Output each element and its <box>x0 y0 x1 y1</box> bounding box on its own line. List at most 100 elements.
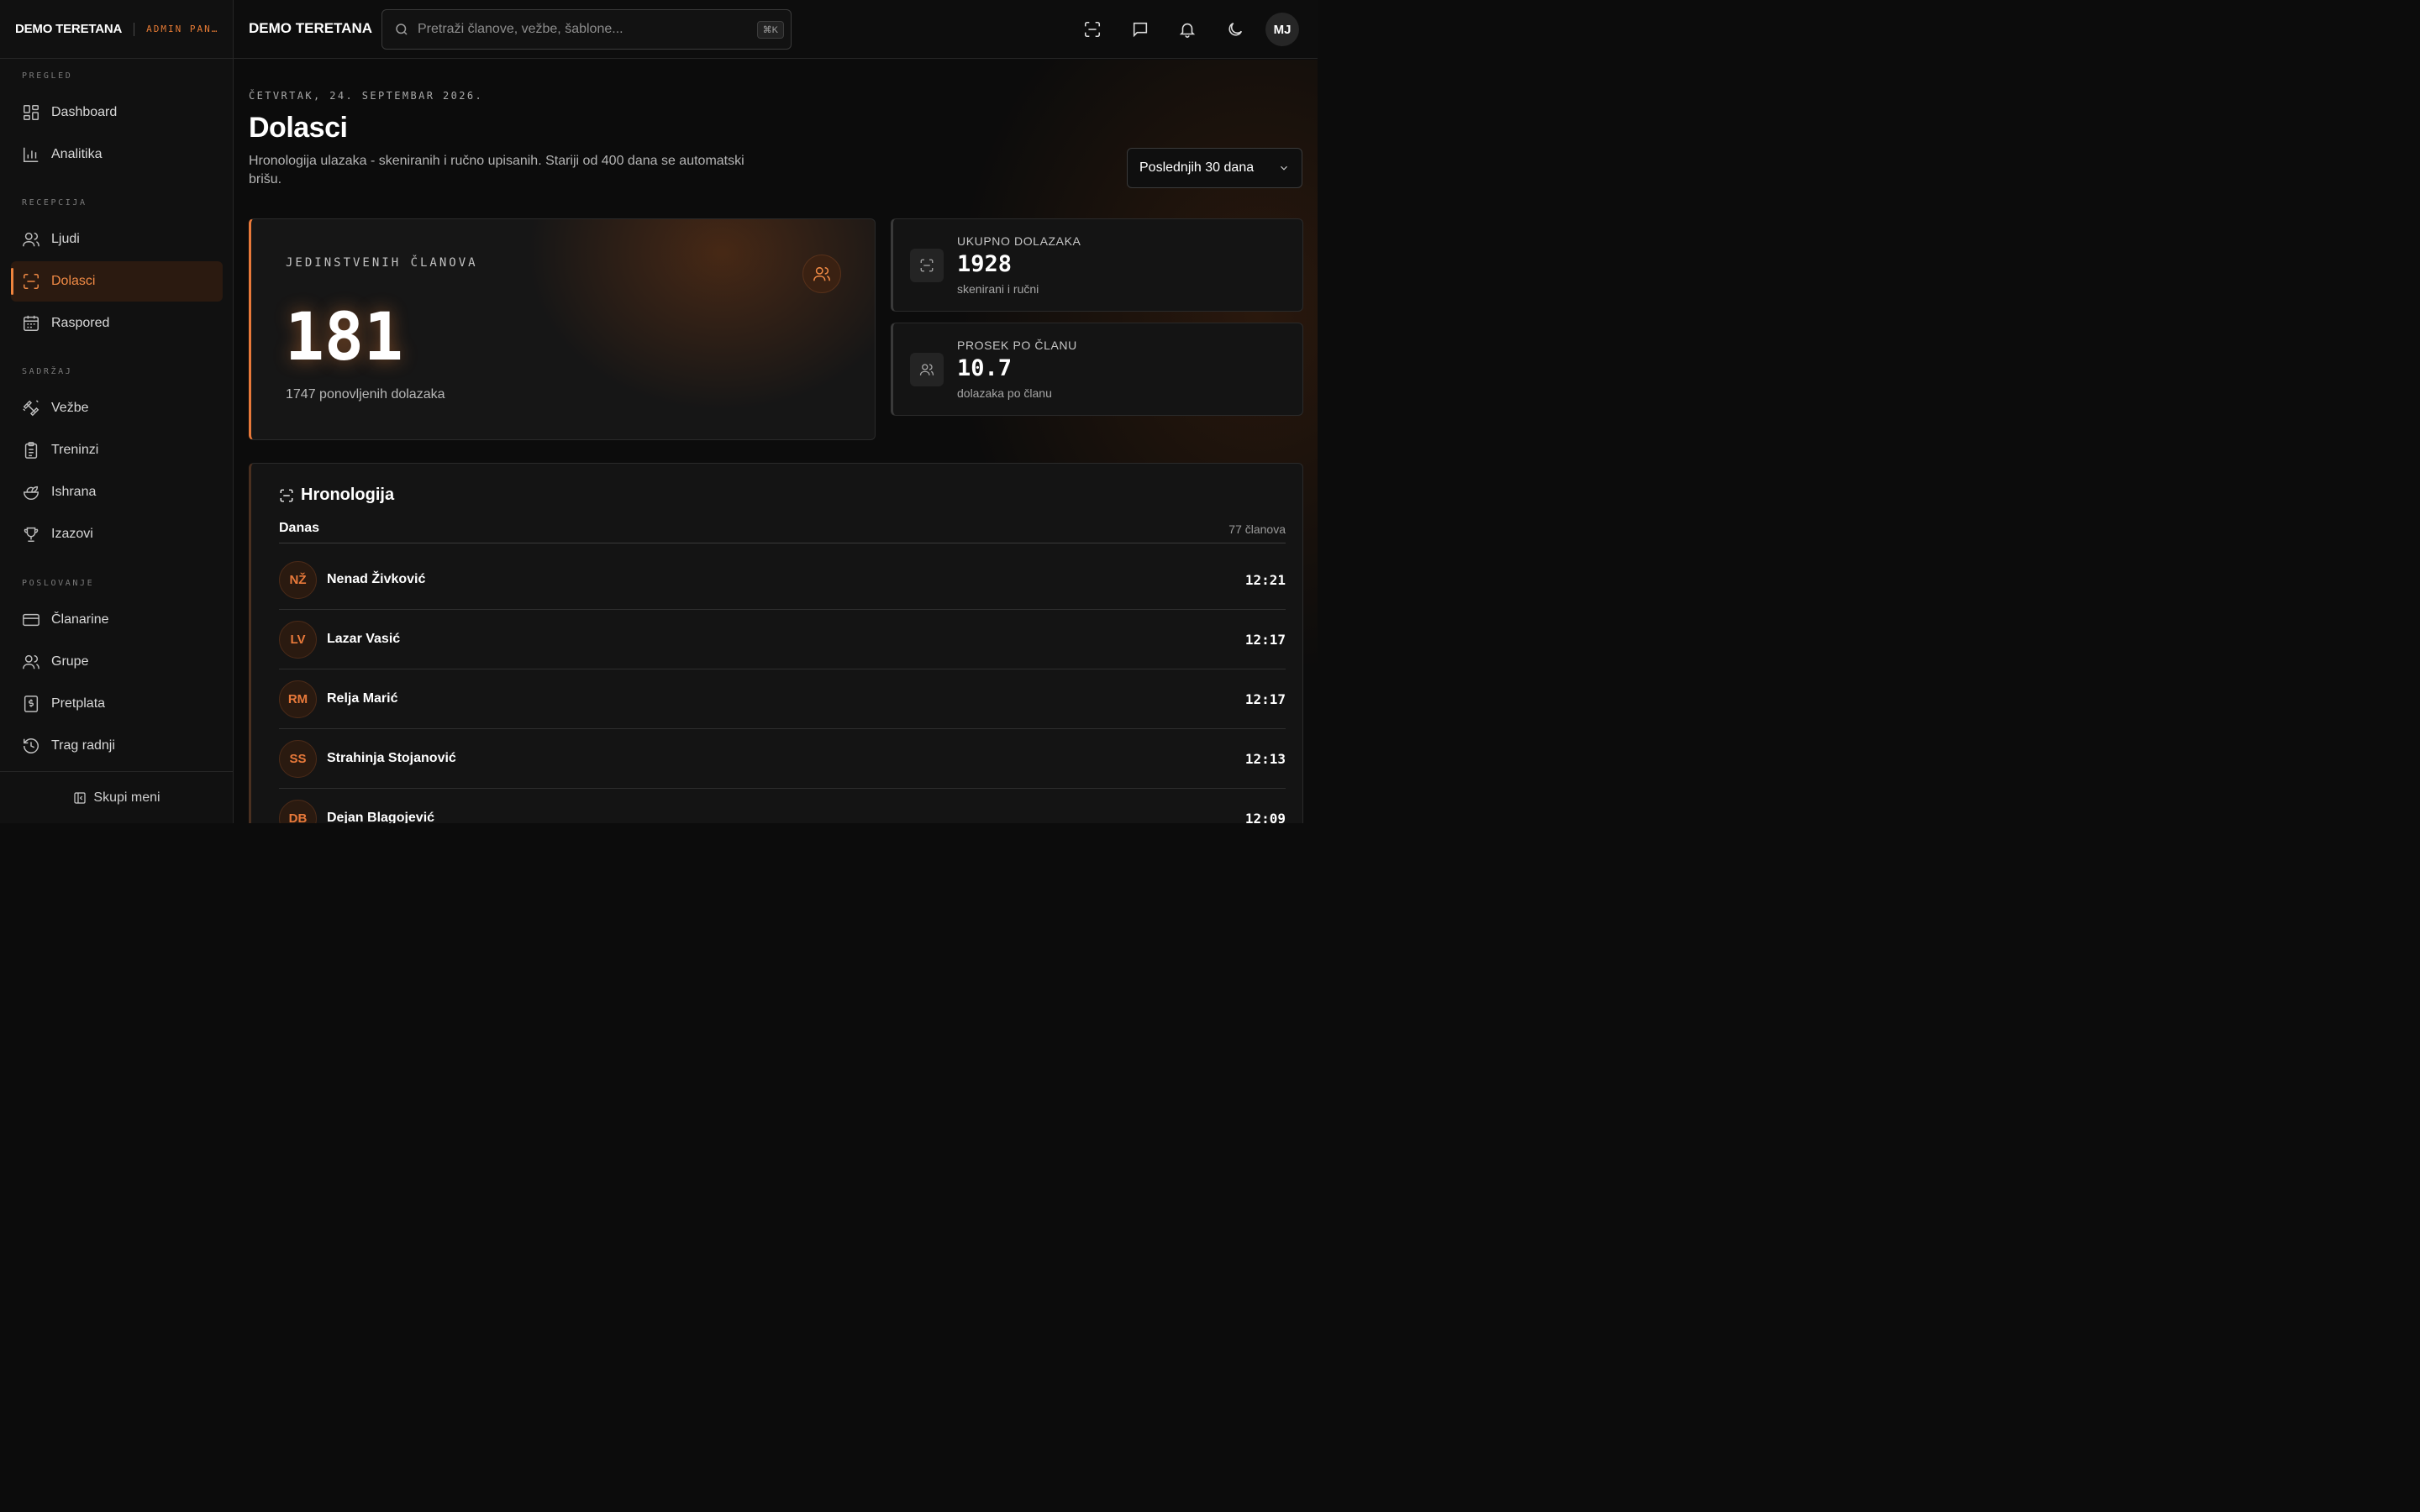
timeline-member-count: 77 članova <box>1228 522 1286 536</box>
sidebar-item-label: Dolasci <box>51 274 96 288</box>
sidebar: DEMO TERETANA ADMIN PAN… PREGLED Dashboa… <box>0 0 234 823</box>
users-icon <box>23 232 39 247</box>
page-description: Hronologija ulazaka - skeniranih i ručno… <box>249 154 744 186</box>
current-date: ČETVRTAK, 24. SEPTEMBAR 2026. <box>249 90 484 102</box>
brand[interactable]: DEMO TERETANA ADMIN PAN… <box>0 0 233 59</box>
period-select[interactable]: Poslednjih 30 dana <box>1127 148 1302 188</box>
period-select-value: Poslednjih 30 dana <box>1139 160 1255 175</box>
sidebar-item-vezbe[interactable]: Vežbe <box>11 388 223 428</box>
list-item[interactable]: LV Lazar Vasić 12:17 <box>279 610 1286 669</box>
member-name: Nenad Živković <box>327 572 426 586</box>
sidebar-item-label: Ljudi <box>51 232 80 246</box>
receipt-icon <box>24 696 39 712</box>
total-visits-value: 1928 <box>957 251 1013 277</box>
total-visits-sub: skenirani i ručni <box>957 282 1039 296</box>
list-item[interactable]: RM Relja Marić 12:17 <box>279 669 1286 729</box>
user-avatar-button[interactable]: MJ <box>1265 13 1299 46</box>
nav-section-pregled: PREGLED <box>22 71 73 81</box>
credit-card-icon <box>23 613 39 627</box>
clipboard-icon <box>24 442 38 459</box>
scan-icon[interactable] <box>1083 20 1102 39</box>
total-visits-label: UKUPNO DOLAZAKA <box>957 234 1081 248</box>
visit-time: 12:09 <box>1244 810 1286 824</box>
member-name: Relja Marić <box>327 691 398 706</box>
sidebar-item-clanarine[interactable]: Članarine <box>11 600 223 640</box>
sidebar-item-label: Analitika <box>51 147 103 161</box>
users-icon <box>23 654 39 669</box>
sidebar-item-ljudi[interactable]: Ljudi <box>11 219 223 260</box>
sidebar-item-raspored[interactable]: Raspored <box>11 303 223 344</box>
collapse-menu-label: Skupi meni <box>93 790 160 805</box>
scan-icon <box>910 249 944 282</box>
member-name: Dejan Blagojević <box>327 811 435 823</box>
average-per-member-card: PROSEK PO ČLANU 10.7 dolazaka po članu <box>891 323 1303 416</box>
scan-icon <box>24 274 39 289</box>
nav-section-poslovanje: POSLOVANJE <box>22 579 95 588</box>
chevron-down-icon <box>1281 165 1287 171</box>
visit-time: 12:13 <box>1244 750 1286 767</box>
collapse-menu-button[interactable]: Skupi meni <box>0 771 234 823</box>
dumbbell-icon <box>23 400 39 417</box>
users-icon <box>802 255 841 293</box>
sidebar-item-label: Grupe <box>51 654 89 669</box>
timeline-title: Hronologija <box>301 486 395 504</box>
dashboard-icon <box>24 105 39 120</box>
bar-chart-icon <box>24 147 39 162</box>
moon-icon[interactable] <box>1226 20 1244 39</box>
avatar: NŽ <box>279 560 317 599</box>
list-item[interactable]: DB Dejan Blagojević 12:09 <box>279 789 1286 823</box>
list-item[interactable]: NŽ Nenad Živković 12:21 <box>279 550 1286 610</box>
visit-time: 12:17 <box>1244 631 1286 648</box>
avatar: DB <box>279 799 317 823</box>
top-bar-title: DEMO TERETANA <box>249 20 373 36</box>
trophy-icon <box>24 527 39 542</box>
sidebar-item-label: Treninzi <box>51 443 99 457</box>
brand-subtitle: ADMIN PAN… <box>146 24 219 34</box>
sidebar-item-ishrana[interactable]: Ishrana <box>11 472 223 512</box>
scan-icon <box>280 489 293 501</box>
sidebar-item-dolasci[interactable]: Dolasci <box>11 261 223 302</box>
nav-section-recepcija: RECEPCIJA <box>22 198 87 207</box>
sidebar-item-label: Raspored <box>51 316 110 330</box>
unique-members-label: JEDINSTVENIH ČLANOVA <box>286 256 478 270</box>
salad-icon <box>24 486 39 500</box>
nav-section-sadrzaj: SADRŽAJ <box>22 367 73 376</box>
sidebar-item-label: Vežbe <box>51 401 89 415</box>
sidebar-item-izazovi[interactable]: Izazovi <box>11 514 223 554</box>
sidebar-item-treninzi[interactable]: Treninzi <box>11 430 223 470</box>
users-icon <box>910 353 944 386</box>
search-placeholder: Pretraži članove, vežbe, šablone... <box>418 22 623 36</box>
member-name: Strahinja Stojanović <box>327 751 456 765</box>
list-item[interactable]: SS Strahinja Stojanović 12:13 <box>279 729 1286 789</box>
average-per-member-value: 10.7 <box>957 355 1013 381</box>
search-icon <box>396 24 408 35</box>
avatar: SS <box>279 739 317 778</box>
main-content: ČETVRTAK, 24. SEPTEMBAR 2026. Dolasci Hr… <box>234 60 1318 823</box>
member-name: Lazar Vasić <box>327 632 401 646</box>
sidebar-item-label: Članarine <box>51 612 109 627</box>
page-title: Dolasci <box>249 112 348 144</box>
sidebar-item-dashboard[interactable]: Dashboard <box>11 92 223 133</box>
message-icon[interactable] <box>1131 20 1150 39</box>
sidebar-item-grupe[interactable]: Grupe <box>11 642 223 682</box>
sidebar-item-pretplata[interactable]: Pretplata <box>11 684 223 724</box>
top-bar: DEMO TERETANA Pretraži članove, vežbe, š… <box>234 0 1318 59</box>
total-visits-card: UKUPNO DOLAZAKA 1928 skenirani i ručni <box>891 218 1303 312</box>
unique-members-value: 181 <box>285 300 403 375</box>
average-per-member-label: PROSEK PO ČLANU <box>957 339 1077 352</box>
sidebar-item-trag-radnji[interactable]: Trag radnji <box>11 726 223 766</box>
visit-time: 12:21 <box>1244 571 1286 588</box>
sidebar-item-label: Dashboard <box>51 105 118 119</box>
bell-icon[interactable] <box>1178 20 1197 39</box>
search-input[interactable]: Pretraži članove, vežbe, šablone... ⌘K <box>381 9 792 50</box>
sidebar-item-label: Pretplata <box>51 696 106 711</box>
timeline-group-label: Danas <box>279 521 320 535</box>
repeated-visits-text: 1747 ponovljenih dolazaka <box>286 387 445 402</box>
calendar-icon <box>24 315 39 331</box>
brand-name: DEMO TERETANA <box>15 22 123 36</box>
average-per-member-sub: dolazaka po članu <box>957 386 1052 400</box>
sidebar-collapse-icon <box>74 791 87 804</box>
history-icon <box>24 738 39 753</box>
sidebar-item-label: Izazovi <box>51 527 93 541</box>
sidebar-item-analitika[interactable]: Analitika <box>11 134 223 175</box>
